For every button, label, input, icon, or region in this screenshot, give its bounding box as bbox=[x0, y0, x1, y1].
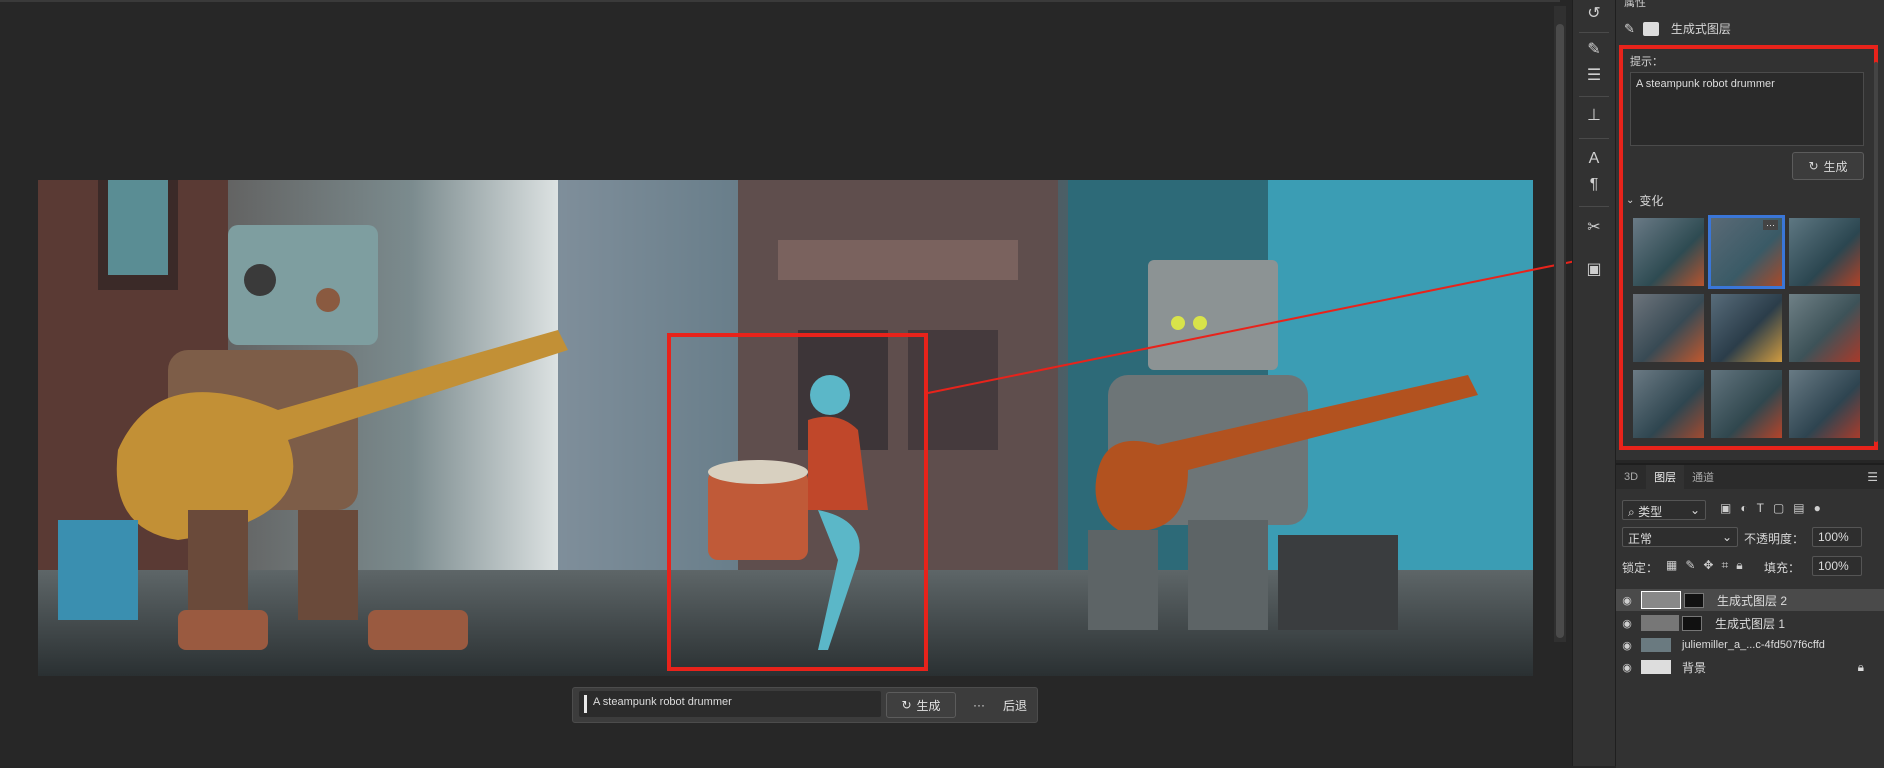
smart-object-filter-icon[interactable]: ▤ bbox=[1793, 501, 1804, 515]
lock-icons: ▦ ✎ ✥ ⌗ 🔒︎ bbox=[1666, 558, 1743, 573]
opacity-input[interactable]: 100% bbox=[1812, 527, 1862, 547]
blend-mode-select[interactable]: 正常 ⌄ bbox=[1622, 527, 1738, 547]
refresh-icon: ↻ bbox=[901, 698, 912, 712]
properties-scrollbar[interactable] bbox=[1874, 62, 1878, 442]
variation-thumb[interactable] bbox=[1633, 218, 1704, 286]
type-filter-icon[interactable]: T bbox=[1757, 501, 1764, 515]
layer-row-generative-2[interactable]: ◉ 生成式图层 2 bbox=[1616, 589, 1884, 611]
visibility-eye-icon[interactable]: ◉ bbox=[1616, 661, 1638, 674]
drummer-selection-highlight bbox=[667, 333, 928, 671]
tab-layers[interactable]: 图层 bbox=[1646, 465, 1685, 489]
divider bbox=[1579, 206, 1609, 207]
more-options-icon[interactable]: ··· bbox=[1763, 220, 1778, 230]
smart-object-thumb-icon bbox=[1641, 638, 1671, 652]
visibility-eye-icon[interactable]: ◉ bbox=[1616, 594, 1638, 607]
mask-thumbnail[interactable] bbox=[1682, 615, 1702, 631]
character-icon[interactable]: A bbox=[1580, 146, 1608, 172]
divider bbox=[1579, 32, 1609, 33]
panel-menu-icon[interactable]: ☰ bbox=[1867, 470, 1878, 484]
visibility-eye-icon[interactable]: ◉ bbox=[1616, 639, 1638, 652]
lock-transparent-icon[interactable]: ▦ bbox=[1666, 558, 1677, 573]
filter-toggle-icon[interactable]: ● bbox=[1814, 501, 1821, 515]
history-icon[interactable]: ↺ bbox=[1580, 0, 1608, 26]
adjustments-icon[interactable]: ☰ bbox=[1580, 62, 1608, 88]
variation-thumb[interactable] bbox=[1633, 294, 1704, 362]
chevron-down-icon: ⌄ bbox=[1626, 195, 1635, 206]
mask-icon bbox=[1642, 21, 1659, 36]
variation-thumb[interactable] bbox=[1789, 294, 1860, 362]
properties-panel: 属性 ✎ 生成式图层 提示： A steampunk robot drummer… bbox=[1616, 0, 1884, 460]
tools-icon[interactable]: ✂ bbox=[1580, 214, 1608, 240]
contextual-more-button[interactable]: ··· bbox=[962, 692, 996, 718]
variations-grid: ··· bbox=[1633, 215, 1865, 440]
layer-type-label: 生成式图层 bbox=[1670, 22, 1731, 36]
properties-tab[interactable]: 属性 bbox=[1624, 0, 1646, 10]
background-thumb-icon bbox=[1641, 660, 1671, 674]
prompt-label: 提示： bbox=[1630, 56, 1663, 68]
chevron-down-icon: ⌄ bbox=[1721, 530, 1732, 544]
variation-thumb[interactable] bbox=[1789, 370, 1860, 438]
fill-label: 填充： bbox=[1764, 561, 1801, 575]
fill-input[interactable]: 100% bbox=[1812, 556, 1862, 576]
layers-panel-tabs: 3D 图层 通道 ☰ bbox=[1616, 465, 1884, 489]
contextual-prompt-input[interactable]: A steampunk robot drummer bbox=[579, 691, 881, 717]
layer-comps-icon[interactable]: ▣ bbox=[1580, 256, 1608, 282]
contextual-task-bar: A steampunk robot drummer ↻ 生成 ··· 后退 bbox=[572, 687, 1038, 723]
layers-panel: 3D 图层 通道 ☰ ⌕ 类型 ⌄ ▣ ◐ T ▢ ▤ ● 正常 ⌄ 不透明度： 1… bbox=[1616, 463, 1884, 768]
scrollbar-thumb[interactable] bbox=[1556, 24, 1564, 638]
variations-header[interactable]: ⌄ 变化 bbox=[1626, 192, 1663, 209]
refresh-icon: ↻ bbox=[1808, 159, 1819, 173]
search-icon: ⌕ bbox=[1628, 505, 1639, 519]
divider bbox=[1579, 96, 1609, 97]
variation-thumb[interactable] bbox=[1711, 294, 1782, 362]
properties-header: ✎ 生成式图层 bbox=[1624, 20, 1731, 37]
variation-thumb[interactable] bbox=[1789, 218, 1860, 286]
layer-row-generative-1[interactable]: ◉ 生成式图层 1 bbox=[1616, 612, 1884, 634]
layer-kind-filter[interactable]: ⌕ 类型 ⌄ bbox=[1622, 500, 1706, 520]
shape-filter-icon[interactable]: ▢ bbox=[1773, 501, 1784, 515]
prompt-textarea[interactable]: A steampunk robot drummer bbox=[1630, 72, 1864, 146]
filter-icons: ▣ ◐ T ▢ ▤ ● bbox=[1720, 501, 1821, 515]
document-image[interactable] bbox=[38, 180, 1533, 676]
lock-artboard-icon[interactable]: ⌗ bbox=[1721, 558, 1728, 573]
variation-thumb-selected[interactable]: ··· bbox=[1708, 215, 1785, 289]
layer-row-image[interactable]: ◉ juliemiller_a_...c-4fd507f6cffd bbox=[1616, 634, 1884, 656]
adjustment-filter-icon[interactable]: ◐ bbox=[1740, 501, 1747, 515]
document-canvas-area[interactable]: A steampunk robot drummer ↻ 生成 ··· 后退 bbox=[0, 0, 1648, 766]
properties-generate-button[interactable]: ↻ 生成 bbox=[1792, 152, 1864, 180]
chevron-down-icon: ⌄ bbox=[1689, 503, 1700, 517]
canvas-vertical-scrollbar[interactable] bbox=[1554, 6, 1566, 642]
generative-thumb-icon bbox=[1641, 615, 1679, 631]
contextual-generate-button[interactable]: ↻ 生成 bbox=[886, 692, 956, 718]
panel-icon-strip: ↺ ✎ ☰ ⊥ A ¶ ✂ ▣ bbox=[1572, 0, 1616, 766]
brush-icon[interactable]: ✎ bbox=[1580, 36, 1608, 62]
lock-all-icon[interactable]: 🔒︎ bbox=[1736, 558, 1742, 573]
lock-icon: 🔒︎ bbox=[1857, 659, 1864, 674]
canvas-top-strip bbox=[0, 0, 1560, 2]
opacity-label: 不透明度： bbox=[1744, 532, 1805, 546]
layer-row-background[interactable]: ◉ 背景 🔒︎ bbox=[1616, 656, 1884, 678]
generative-thumb-icon bbox=[1641, 591, 1681, 609]
variation-thumb[interactable] bbox=[1711, 370, 1782, 438]
image-filter-icon[interactable]: ▣ bbox=[1720, 501, 1731, 515]
lock-label: 锁定： bbox=[1622, 561, 1659, 575]
lock-pixels-icon[interactable]: ✎ bbox=[1685, 558, 1695, 573]
tab-channels[interactable]: 通道 bbox=[1684, 469, 1722, 485]
lock-position-icon[interactable]: ✥ bbox=[1703, 558, 1713, 573]
variation-thumb[interactable] bbox=[1633, 370, 1704, 438]
clone-stamp-icon[interactable]: ⊥ bbox=[1580, 102, 1608, 128]
tab-3d[interactable]: 3D bbox=[1616, 471, 1646, 483]
contextual-back-button[interactable]: 后退 bbox=[995, 692, 1035, 718]
mask-thumbnail[interactable] bbox=[1684, 592, 1704, 608]
divider bbox=[1579, 138, 1609, 139]
generative-layer-icon: ✎ bbox=[1624, 20, 1635, 36]
visibility-eye-icon[interactable]: ◉ bbox=[1616, 617, 1638, 630]
paragraph-icon[interactable]: ¶ bbox=[1580, 172, 1608, 198]
